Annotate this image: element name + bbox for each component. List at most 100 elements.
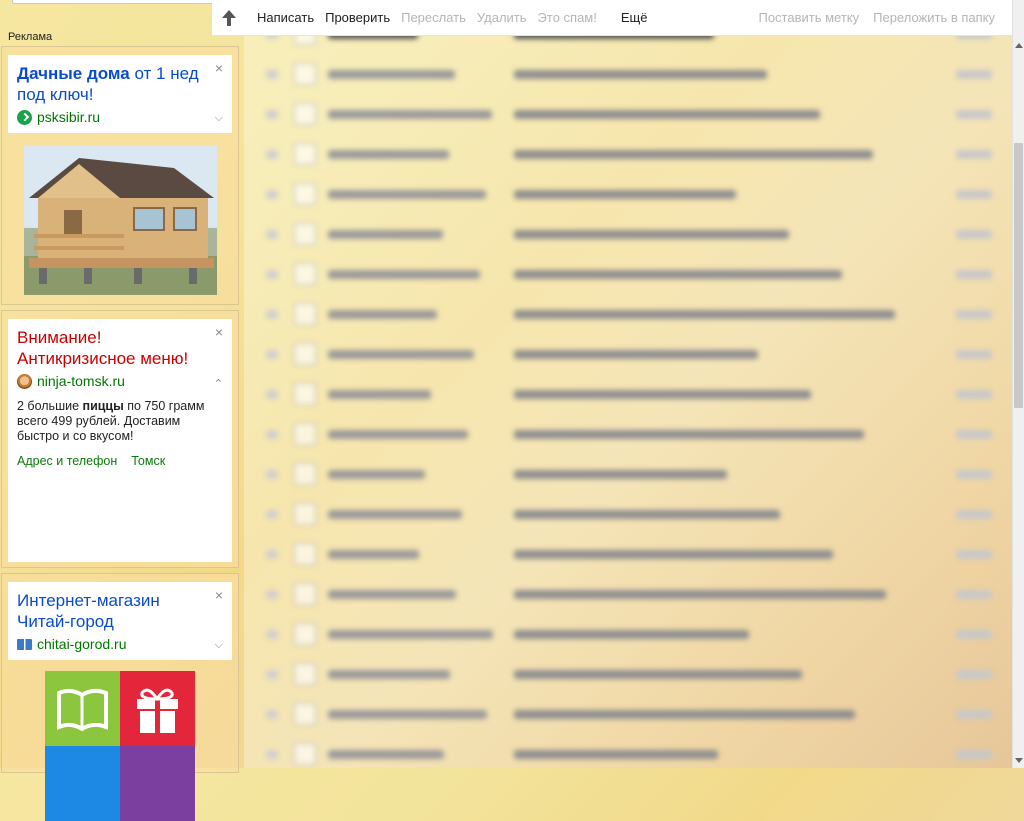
chevron-down-icon[interactable]: ⌵ — [215, 112, 223, 125]
row-checkbox[interactable] — [294, 703, 316, 725]
row-sender — [328, 349, 514, 359]
ad-title[interactable]: Дачные дома от 1 нед под ключ! — [17, 63, 206, 105]
row-subject — [514, 109, 908, 119]
ad-tiles[interactable] — [45, 671, 195, 821]
row-checkbox[interactable] — [294, 583, 316, 605]
row-sender — [328, 429, 514, 439]
message-row[interactable] — [244, 374, 1012, 414]
ad-card-dacha[interactable]: × Дачные дома от 1 нед под ключ! psksibi… — [8, 55, 232, 133]
row-checkbox[interactable] — [294, 623, 316, 645]
row-date — [956, 669, 992, 679]
row-subject — [514, 549, 908, 559]
message-row[interactable] — [244, 694, 1012, 734]
gift-icon[interactable] — [120, 671, 195, 746]
message-row[interactable] — [244, 574, 1012, 614]
row-checkbox[interactable] — [294, 463, 316, 485]
scroll-up-arrow-icon[interactable] — [1015, 43, 1023, 48]
row-sender — [328, 189, 514, 199]
more-button[interactable]: Ещё — [621, 10, 648, 25]
ad-domain[interactable]: psksibir.ru — [17, 109, 222, 125]
ad-domain[interactable]: chitai-gorod.ru — [17, 636, 222, 652]
row-checkbox[interactable] — [294, 303, 316, 325]
spam-button[interactable]: Это спам! — [538, 10, 597, 25]
house-image[interactable] — [24, 146, 217, 295]
chevron-down-icon[interactable]: ⌵ — [215, 639, 223, 652]
row-checkbox[interactable] — [294, 423, 316, 445]
search-input[interactable] — [12, 0, 214, 4]
message-row[interactable] — [244, 334, 1012, 374]
message-row[interactable] — [244, 454, 1012, 494]
row-checkbox[interactable] — [294, 743, 316, 765]
row-sender — [328, 669, 514, 679]
row-date — [956, 229, 992, 239]
set-label-button[interactable]: Поставить метку — [758, 10, 859, 25]
row-checkbox[interactable] — [294, 183, 316, 205]
ad-domain-text[interactable]: ninja-tomsk.ru — [37, 373, 125, 389]
scrollbar-thumb[interactable] — [1014, 143, 1023, 408]
row-date — [956, 69, 992, 79]
message-row[interactable] — [244, 414, 1012, 454]
message-row[interactable] — [244, 54, 1012, 94]
row-number — [266, 349, 294, 359]
delete-button[interactable]: Удалить — [477, 10, 527, 25]
row-checkbox[interactable] — [294, 103, 316, 125]
row-subject — [514, 429, 908, 439]
ad-domain-text[interactable]: chitai-gorod.ru — [37, 636, 127, 652]
favicon-icon — [17, 109, 32, 125]
message-row[interactable] — [244, 654, 1012, 694]
row-checkbox[interactable] — [294, 223, 316, 245]
row-checkbox[interactable] — [294, 343, 316, 365]
message-row[interactable] — [244, 294, 1012, 334]
message-row[interactable] — [244, 134, 1012, 174]
ad-domain[interactable]: ninja-tomsk.ru — [17, 373, 222, 389]
row-sender — [328, 149, 514, 159]
scroll-down-arrow-icon[interactable] — [1015, 758, 1023, 763]
ad-card-ninja[interactable]: × Внимание! Антикризисное меню! ninja-to… — [8, 319, 232, 562]
move-to-folder-button[interactable]: Переложить в папку — [873, 10, 995, 25]
close-icon[interactable]: × — [215, 61, 223, 75]
message-row[interactable] — [244, 734, 1012, 768]
message-row[interactable] — [244, 214, 1012, 254]
ad-title[interactable]: Интернет-магазин Читай-город — [17, 590, 206, 632]
row-subject — [514, 749, 908, 759]
row-number — [266, 549, 294, 559]
scroll-up-button[interactable] — [212, 9, 246, 26]
ad-card-chitai[interactable]: × Интернет-магазин Читай-город chitai-go… — [8, 582, 232, 660]
message-row[interactable] — [244, 254, 1012, 294]
row-subject — [514, 629, 908, 639]
row-checkbox[interactable] — [294, 263, 316, 285]
message-row[interactable] — [244, 494, 1012, 534]
ad-text-part: 2 большие — [17, 399, 83, 413]
row-sender — [328, 309, 514, 319]
row-checkbox[interactable] — [294, 543, 316, 565]
book-icon[interactable] — [45, 671, 120, 746]
ad-title[interactable]: Внимание! Антикризисное меню! — [17, 327, 206, 369]
row-checkbox[interactable] — [294, 143, 316, 165]
ads-label: Реклама — [8, 31, 53, 43]
city-link[interactable]: Томск — [131, 454, 165, 468]
compose-button[interactable]: Написать — [257, 10, 314, 25]
chevron-up-icon[interactable]: ⌃ — [214, 377, 223, 390]
row-number — [266, 229, 294, 239]
heart-icon[interactable] — [120, 746, 195, 821]
close-icon[interactable]: × — [215, 325, 223, 339]
row-checkbox[interactable] — [294, 63, 316, 85]
row-checkbox[interactable] — [294, 663, 316, 685]
row-checkbox[interactable] — [294, 503, 316, 525]
row-checkbox[interactable] — [294, 383, 316, 405]
forward-button[interactable]: Переслать — [401, 10, 466, 25]
arrow-up-icon[interactable] — [222, 9, 236, 26]
scrollbar[interactable] — [1012, 0, 1024, 768]
ad-domain-text[interactable]: psksibir.ru — [37, 109, 100, 125]
close-icon[interactable]: × — [215, 588, 223, 602]
message-row[interactable] — [244, 534, 1012, 574]
row-subject — [514, 269, 908, 279]
check-mail-button[interactable]: Проверить — [325, 10, 390, 25]
message-list[interactable] — [244, 20, 1012, 768]
tablet-icon[interactable] — [45, 746, 120, 821]
message-row[interactable] — [244, 174, 1012, 214]
address-phone-link[interactable]: Адрес и телефон — [17, 454, 117, 468]
message-row[interactable] — [244, 614, 1012, 654]
ad-title-bold[interactable]: Дачные дома — [17, 64, 130, 83]
message-row[interactable] — [244, 94, 1012, 134]
